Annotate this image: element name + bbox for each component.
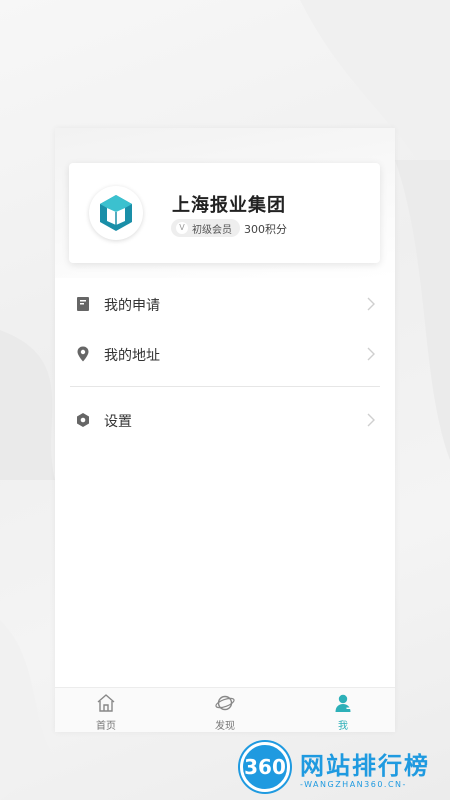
chevron-right-icon bbox=[367, 413, 375, 427]
bottom-tab-bar: 首页 发现 我 bbox=[55, 687, 395, 732]
member-level-label: 初级会员 bbox=[192, 224, 232, 236]
org-name: 上海报业集团 bbox=[172, 195, 286, 216]
document-icon bbox=[77, 297, 89, 311]
site-watermark: 360 网站排行榜 -WANGZHAN360.CN- bbox=[238, 740, 448, 800]
level-v-icon: V bbox=[176, 222, 188, 234]
chevron-right-icon bbox=[367, 347, 375, 361]
menu-item-label: 我的地址 bbox=[104, 348, 160, 364]
planet-icon bbox=[215, 695, 235, 711]
tab-discover[interactable]: 发现 bbox=[175, 688, 275, 732]
watermark-logo: 360 bbox=[240, 742, 290, 792]
tab-label: 我 bbox=[338, 721, 348, 732]
menu-item-label: 我的申请 bbox=[104, 298, 160, 314]
watermark-title: 网站排行榜 bbox=[300, 752, 430, 780]
tab-label: 首页 bbox=[96, 721, 116, 732]
tab-me[interactable]: 我 bbox=[293, 688, 393, 732]
menu-item-settings[interactable]: 设置 bbox=[55, 396, 395, 444]
book-cube-logo-icon bbox=[100, 195, 132, 231]
user-icon bbox=[335, 694, 351, 712]
hexagon-settings-icon bbox=[77, 413, 89, 427]
tab-home[interactable]: 首页 bbox=[56, 688, 156, 732]
watermark-subtitle: -WANGZHAN360.CN- bbox=[300, 780, 407, 789]
menu-divider bbox=[70, 386, 380, 387]
chevron-right-icon bbox=[367, 297, 375, 311]
tab-label: 发现 bbox=[215, 721, 235, 732]
location-pin-icon bbox=[77, 346, 89, 362]
member-level-badge: V 初级会员 bbox=[171, 219, 240, 237]
profile-card[interactable]: 上海报业集团 V 初级会员 300积分 bbox=[69, 163, 380, 263]
menu-item-label: 设置 bbox=[104, 414, 132, 430]
avatar[interactable] bbox=[89, 186, 143, 240]
home-icon bbox=[97, 694, 115, 712]
app-screen: 上海报业集团 V 初级会员 300积分 我的申请 我的地址 设置 首页 发现 我 bbox=[55, 128, 395, 732]
menu-item-my-applications[interactable]: 我的申请 bbox=[55, 280, 395, 328]
points-label: 300积分 bbox=[244, 223, 287, 236]
menu-item-my-address[interactable]: 我的地址 bbox=[55, 330, 395, 378]
